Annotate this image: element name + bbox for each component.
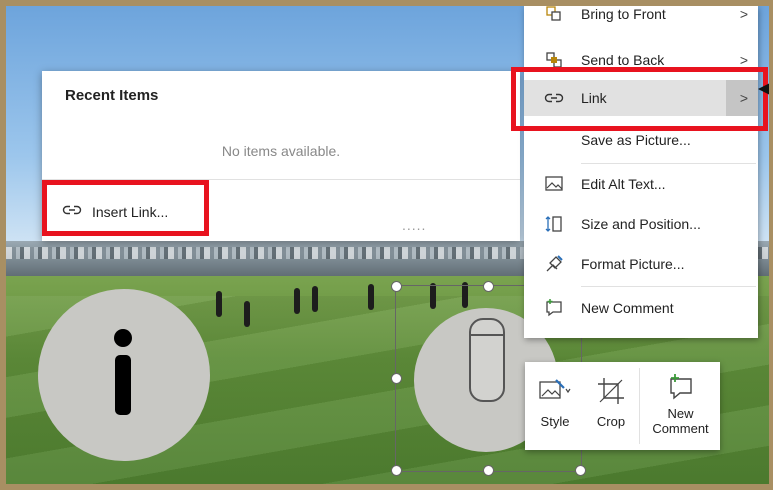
new-comment-icon bbox=[666, 372, 696, 402]
highlight-box-link bbox=[511, 67, 768, 131]
empty-recent-items-text: No items available. bbox=[221, 143, 341, 159]
resize-handle[interactable] bbox=[391, 373, 402, 384]
pointer-arrow-icon bbox=[758, 83, 769, 95]
resize-handle[interactable] bbox=[483, 281, 494, 292]
new-comment-icon bbox=[542, 296, 566, 320]
player-figure bbox=[294, 288, 300, 314]
menu-item-label: Edit Alt Text... bbox=[581, 176, 666, 192]
menu-item-label: Send to Back bbox=[581, 52, 665, 68]
bring-to-front-icon bbox=[542, 6, 566, 26]
style-button[interactable]: Style bbox=[525, 362, 585, 450]
resize-handle[interactable] bbox=[575, 465, 586, 476]
new-comment-label: New Comment bbox=[652, 406, 709, 436]
crop-button[interactable]: Crop bbox=[585, 362, 637, 450]
menu-item-label: New Comment bbox=[581, 300, 674, 316]
menu-item-label: Size and Position... bbox=[581, 216, 701, 232]
recent-items-heading: Recent Items bbox=[65, 87, 159, 104]
menu-separator bbox=[581, 286, 756, 287]
info-icon bbox=[38, 289, 210, 461]
menu-item-bring-to-front[interactable]: Bring to Front > bbox=[524, 6, 758, 32]
toolbar-divider bbox=[639, 368, 640, 444]
screenshot-frame: Recent Items No items available. Insert … bbox=[0, 0, 773, 490]
menu-item-label: Save as Picture... bbox=[581, 132, 691, 148]
resize-handle[interactable] bbox=[391, 465, 402, 476]
resize-handle[interactable] bbox=[391, 281, 402, 292]
menu-separator bbox=[581, 163, 756, 164]
highlight-box-insert-link bbox=[42, 180, 209, 236]
player-figure bbox=[216, 291, 222, 317]
new-comment-button[interactable]: New Comment bbox=[641, 362, 720, 450]
slide-canvas: Recent Items No items available. Insert … bbox=[6, 6, 769, 484]
menu-item-label: Format Picture... bbox=[581, 256, 685, 272]
mini-toolbar: Style Crop New Comment bbox=[525, 362, 720, 450]
player-figure bbox=[312, 286, 318, 312]
menu-item-size-and-position[interactable]: Size and Position... bbox=[524, 206, 758, 242]
alt-text-icon bbox=[542, 172, 566, 196]
more-indicator: ..... bbox=[402, 217, 427, 233]
menu-item-edit-alt-text[interactable]: Edit Alt Text... bbox=[524, 166, 758, 202]
menu-item-label: Bring to Front bbox=[581, 6, 666, 22]
chevron-right-icon: > bbox=[739, 6, 748, 22]
player-figure bbox=[244, 301, 250, 327]
style-label: Style bbox=[540, 414, 570, 429]
format-picture-icon bbox=[542, 252, 566, 276]
chevron-right-icon: > bbox=[739, 52, 748, 68]
menu-item-new-comment[interactable]: New Comment bbox=[524, 290, 758, 326]
player-figure bbox=[368, 284, 374, 310]
crop-icon bbox=[596, 376, 626, 406]
size-position-icon bbox=[542, 212, 566, 236]
crop-label: Crop bbox=[596, 414, 626, 429]
context-menu: Bring to Front > Send to Back > Link > S… bbox=[524, 6, 758, 338]
resize-handle[interactable] bbox=[483, 465, 494, 476]
style-icon bbox=[538, 376, 572, 406]
menu-item-format-picture[interactable]: Format Picture... bbox=[524, 246, 758, 282]
